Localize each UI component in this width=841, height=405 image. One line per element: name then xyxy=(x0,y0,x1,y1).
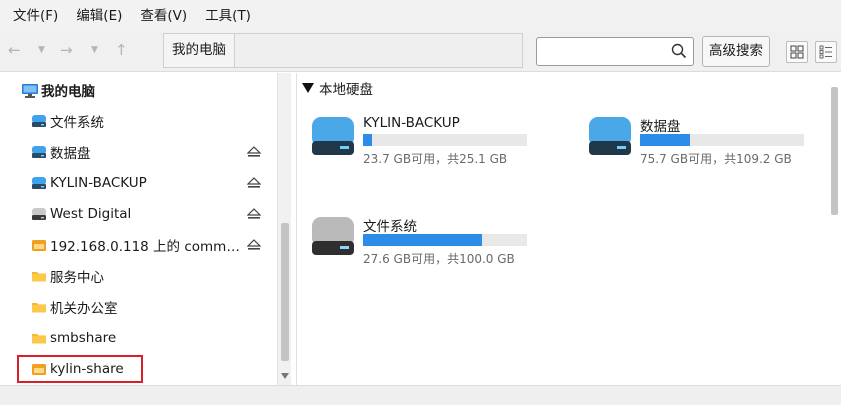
drive-icon xyxy=(312,117,354,155)
menu-view[interactable]: 查看(V) xyxy=(131,4,196,28)
menu-tools[interactable]: 工具(T) xyxy=(196,4,260,28)
disk-capacity: 27.6 GB可用，共100.0 GB xyxy=(363,252,515,266)
drive-icon xyxy=(32,115,46,127)
sidebar-item-label: 机关办公室 xyxy=(50,301,118,317)
disk-usage-fill xyxy=(363,134,372,146)
sidebar-item-service-center[interactable]: 服务中心 xyxy=(0,263,275,289)
icon-view-icon[interactable] xyxy=(786,41,808,63)
sidebar-item-label: 192.168.0.118 上的 comm… xyxy=(50,239,240,255)
disk-usage-fill xyxy=(640,134,690,146)
list-view-icon[interactable] xyxy=(815,41,837,63)
eject-icon[interactable] xyxy=(247,177,261,189)
sidebar-item-my-computer[interactable]: 我的电脑 xyxy=(0,77,275,103)
main-scroll-thumb[interactable] xyxy=(831,87,838,215)
sidebar: 我的电脑 文件系统 数据盘 KYLIN-BACKUP West Digital xyxy=(0,73,291,385)
path-bar[interactable]: 我的电脑 xyxy=(163,33,523,68)
disk-usage-fill xyxy=(363,234,482,246)
network-share-icon xyxy=(32,240,46,251)
sidebar-item-label: West Digital xyxy=(50,206,132,222)
scroll-down-arrow-icon[interactable] xyxy=(281,373,289,379)
menu-edit[interactable]: 编辑(E) xyxy=(67,4,131,28)
disk-name: KYLIN-BACKUP xyxy=(363,115,460,131)
sidebar-item-label: smbshare xyxy=(50,330,117,346)
sidebar-item-smbshare[interactable]: smbshare xyxy=(0,325,275,351)
selection-highlight-box xyxy=(17,355,143,383)
forward-arrow-icon[interactable]: → xyxy=(60,40,73,60)
folder-icon xyxy=(32,272,46,282)
sidebar-item-label: 文件系统 xyxy=(50,115,104,131)
eject-icon[interactable] xyxy=(247,146,261,158)
sidebar-item-label: 服务中心 xyxy=(50,270,104,286)
computer-icon xyxy=(22,84,38,98)
drive-icon xyxy=(589,117,631,155)
main-scrollbar[interactable] xyxy=(828,73,841,385)
group-header-local-disks[interactable]: 本地硬盘 xyxy=(302,78,373,98)
search-input[interactable] xyxy=(536,37,694,66)
sidebar-scroll-thumb[interactable] xyxy=(281,223,289,361)
drive-icon xyxy=(32,177,46,189)
up-arrow-icon[interactable]: ↑ xyxy=(115,40,128,60)
sidebar-item-filesystem[interactable]: 文件系统 xyxy=(0,108,275,134)
status-bar xyxy=(0,385,841,405)
disk-capacity: 23.7 GB可用，共25.1 GB xyxy=(363,152,508,166)
back-history-dropdown[interactable]: ▼ xyxy=(38,40,45,60)
advanced-search-button[interactable]: 高级搜索 xyxy=(702,36,770,67)
drive-icon xyxy=(312,217,354,255)
disk-usage-bar xyxy=(363,134,527,146)
toolbar: ← ▼ → ▼ ↑ 我的电脑 高级搜索 xyxy=(0,32,841,72)
sidebar-item-label: KYLIN-BACKUP xyxy=(50,175,147,191)
folder-icon xyxy=(32,334,46,344)
breadcrumb-my-computer[interactable]: 我的电脑 xyxy=(164,34,235,67)
usb-drive-icon xyxy=(32,208,46,220)
sidebar-item-data-disk[interactable]: 数据盘 xyxy=(0,139,275,165)
sidebar-item-network-share[interactable]: 192.168.0.118 上的 comm… xyxy=(0,232,275,258)
sidebar-item-west-digital[interactable]: West Digital xyxy=(0,201,275,227)
eject-icon[interactable] xyxy=(247,208,261,220)
forward-history-dropdown[interactable]: ▼ xyxy=(91,40,98,60)
disk-capacity: 75.7 GB可用，共109.2 GB xyxy=(640,152,792,166)
sidebar-item-office[interactable]: 机关办公室 xyxy=(0,294,275,320)
menu-bar: 文件(F) 编辑(E) 查看(V) 工具(T) xyxy=(0,0,841,32)
sidebar-scrollbar[interactable] xyxy=(277,73,291,385)
disk-usage-bar xyxy=(640,134,804,146)
disk-kylin-backup[interactable]: KYLIN-BACKUP 23.7 GB可用，共25.1 GB xyxy=(310,115,540,167)
sidebar-item-label: 数据盘 xyxy=(50,146,91,162)
drive-icon xyxy=(32,146,46,158)
disk-data[interactable]: 数据盘 75.7 GB可用，共109.2 GB xyxy=(587,115,817,167)
disk-filesystem[interactable]: 文件系统 27.6 GB可用，共100.0 GB xyxy=(310,215,545,267)
folder-icon xyxy=(32,303,46,313)
back-arrow-icon[interactable]: ← xyxy=(8,40,21,60)
eject-icon[interactable] xyxy=(247,239,261,251)
disk-name: 文件系统 xyxy=(363,219,417,235)
collapse-triangle-icon[interactable] xyxy=(302,83,314,93)
main-content: 本地硬盘 KYLIN-BACKUP 23.7 GB可用，共25.1 GB 数据盘… xyxy=(296,73,841,385)
disk-usage-bar xyxy=(363,234,527,246)
search-icon[interactable] xyxy=(671,43,687,59)
sidebar-root-label: 我的电脑 xyxy=(41,84,95,100)
sidebar-item-kylin-backup[interactable]: KYLIN-BACKUP xyxy=(0,170,275,196)
group-title: 本地硬盘 xyxy=(319,82,373,98)
disk-name: 数据盘 xyxy=(640,119,681,135)
menu-file[interactable]: 文件(F) xyxy=(4,4,67,28)
